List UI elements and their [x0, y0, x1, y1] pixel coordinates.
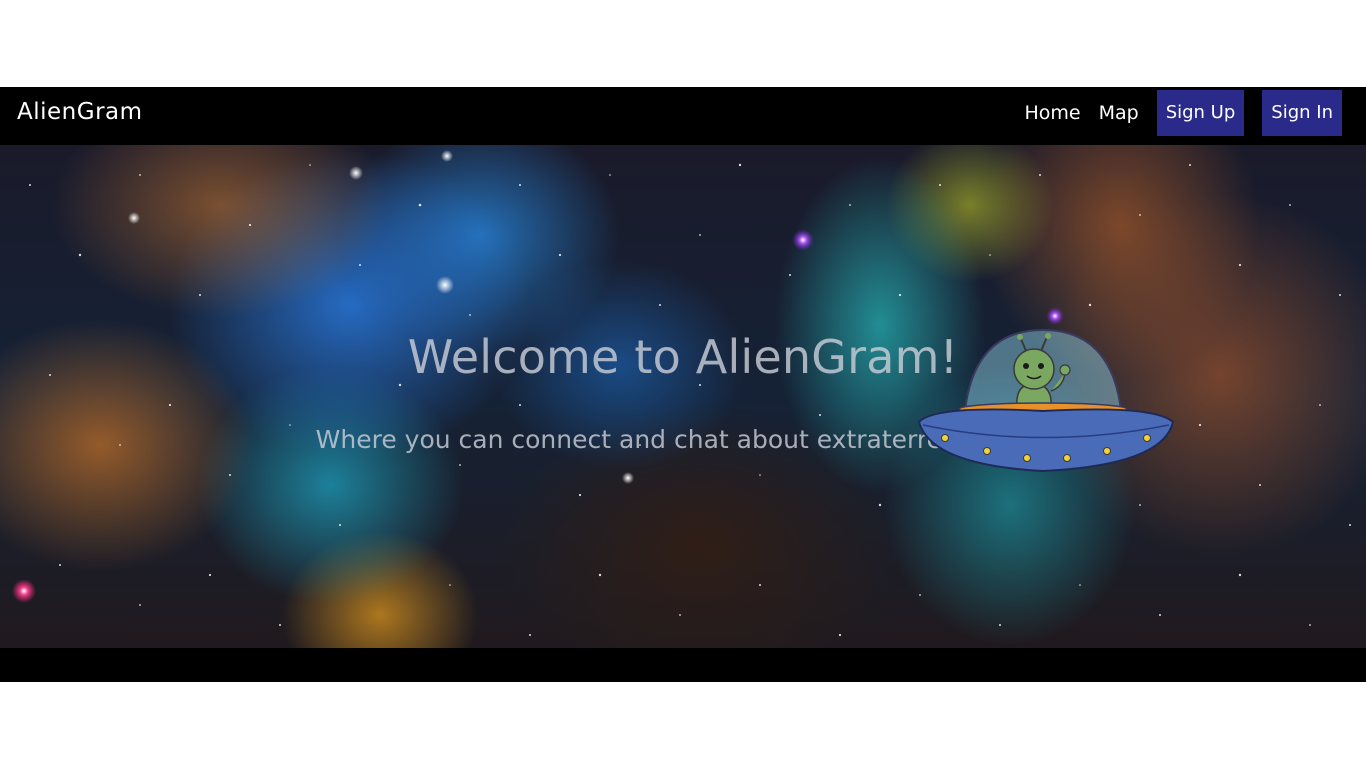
- nav-links: Home Map Sign Up Sign In: [1024, 90, 1342, 136]
- app-frame: AlienGram Home Map Sign Up Sign In Welco…: [0, 87, 1366, 682]
- nav-link-map[interactable]: Map: [1099, 102, 1139, 124]
- alien-ufo-icon: [917, 328, 1175, 473]
- sign-in-button[interactable]: Sign In: [1262, 90, 1342, 136]
- sign-up-button[interactable]: Sign Up: [1156, 90, 1245, 136]
- footer-band: [0, 648, 1366, 682]
- hero-section: Welcome to AlienGram! Where you can conn…: [0, 145, 1366, 648]
- navbar: AlienGram Home Map Sign Up Sign In: [0, 87, 1366, 145]
- brand-logo[interactable]: AlienGram: [17, 99, 143, 125]
- page: AlienGram Home Map Sign Up Sign In Welco…: [0, 0, 1366, 768]
- nav-link-home[interactable]: Home: [1024, 102, 1080, 124]
